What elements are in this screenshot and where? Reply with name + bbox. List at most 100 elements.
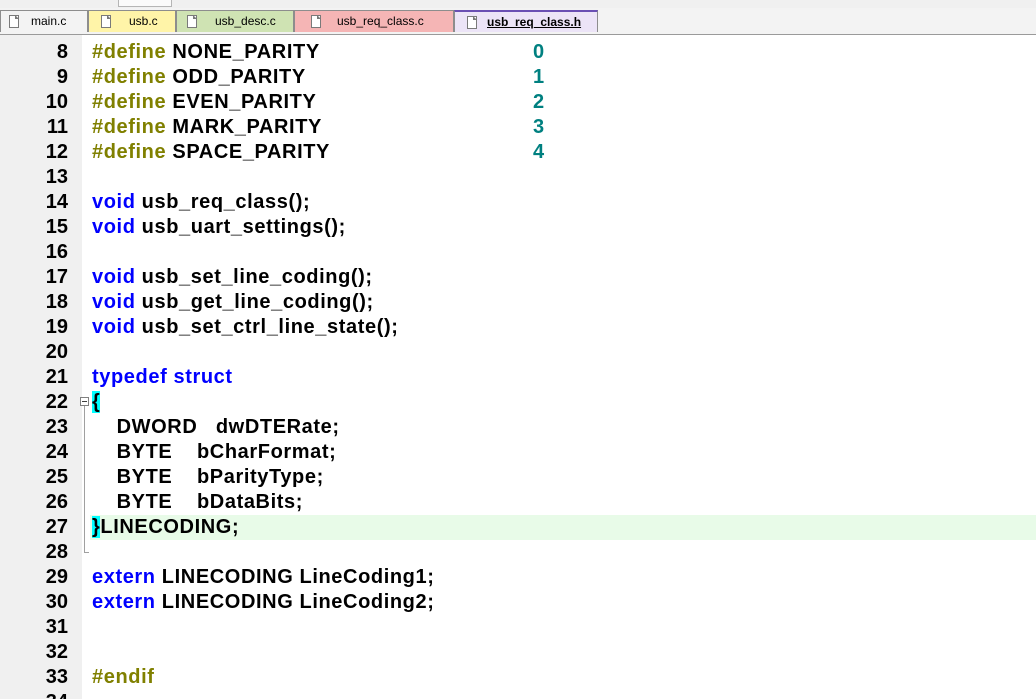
line-number: 29 — [45, 566, 68, 588]
line-number: 22 — [45, 391, 68, 413]
file-icon — [467, 16, 477, 29]
code-line[interactable]: 31 — [0, 615, 1036, 640]
code-text: BYTE bDataBits; — [92, 490, 303, 515]
line-number: 27 — [45, 516, 68, 538]
tab-usb-c[interactable]: usb.c — [88, 10, 176, 32]
code-line[interactable]: 29 extern LINECODING LineCoding1; — [0, 565, 1036, 590]
code-text: extern LINECODING LineCoding2; — [92, 590, 434, 615]
line-number: 33 — [45, 666, 68, 688]
code-text: void usb_get_line_coding(); — [92, 290, 374, 315]
code-text: { — [92, 390, 101, 415]
tab-label: usb_desc.c — [215, 14, 276, 28]
macro-value: 3 — [533, 116, 545, 138]
code-line[interactable]: 19 void usb_set_ctrl_line_state(); — [0, 315, 1036, 340]
declaration: LINECODING LineCoding1; — [155, 566, 435, 588]
keyword: extern — [92, 591, 156, 613]
line-number: 32 — [45, 641, 68, 663]
struct-field: BYTE bDataBits; — [92, 491, 304, 513]
code-text: #define ODD_PARITY 1 — [92, 65, 544, 90]
code-line[interactable]: 21 typedef struct — [0, 365, 1036, 390]
line-number: 13 — [45, 166, 68, 188]
line-number: 19 — [45, 316, 68, 338]
code-line[interactable]: 22 { — [0, 390, 1036, 415]
file-tab-bar: main.c usb.c usb_desc.c usb_req_class.c … — [0, 8, 1036, 35]
tab-usb-desc-c[interactable]: usb_desc.c — [176, 10, 294, 32]
code-line[interactable]: 33 #endif — [0, 665, 1036, 690]
preprocessor-directive: #endif — [92, 666, 155, 688]
code-line[interactable]: 15 void usb_uart_settings(); — [0, 215, 1036, 240]
macro-value: 2 — [533, 91, 545, 113]
code-editor[interactable]: 8 #define NONE_PARITY 0 9 #define ODD_PARITY… — [0, 40, 1036, 690]
code-line[interactable]: 24 BYTE bCharFormat; — [0, 440, 1036, 465]
keyword: void — [92, 291, 136, 313]
macro-name: EVEN_PARITY — [166, 91, 317, 113]
code-line[interactable]: 28 — [0, 540, 1036, 565]
code-line[interactable]: 13 — [0, 165, 1036, 190]
file-icon — [187, 15, 197, 28]
keyword: void — [92, 216, 136, 238]
code-line[interactable]: 12 #define SPACE_PARITY 4 — [0, 140, 1036, 165]
line-number: 24 — [45, 441, 68, 463]
toolbar-fragment — [118, 0, 172, 7]
tab-usb-req-class-h[interactable]: usb_req_class.h — [454, 10, 598, 32]
declaration: usb_set_line_coding(); — [135, 266, 373, 288]
line-number: 20 — [45, 341, 68, 363]
code-line[interactable]: 32 — [0, 640, 1036, 665]
line-number: 30 — [45, 591, 68, 613]
tab-usb-req-class-c[interactable]: usb_req_class.c — [294, 10, 454, 32]
code-line[interactable]: 11 #define MARK_PARITY 3 — [0, 115, 1036, 140]
line-number: 17 — [45, 266, 68, 288]
code-line[interactable]: 26 BYTE bDataBits; — [0, 490, 1036, 515]
code-text: #define EVEN_PARITY 2 — [92, 90, 544, 115]
macro-name: NONE_PARITY — [166, 41, 320, 63]
brace-match: { — [92, 391, 101, 413]
declaration: LINECODING LineCoding2; — [155, 591, 435, 613]
code-line[interactable]: 23 DWORD dwDTERate; — [0, 415, 1036, 440]
code-text: extern LINECODING LineCoding1; — [92, 565, 434, 590]
editor-window: main.c usb.c usb_desc.c usb_req_class.c … — [0, 0, 1036, 699]
line-number: 11 — [46, 116, 68, 138]
line-number: 10 — [45, 91, 68, 113]
line-number: 34 — [0, 690, 68, 699]
keyword: extern — [92, 566, 156, 588]
code-line[interactable]: 27}LINECODING; — [0, 515, 1036, 540]
line-number: 23 — [45, 416, 68, 438]
code-line[interactable]: 17 void usb_set_line_coding(); — [0, 265, 1036, 290]
file-icon — [101, 15, 111, 28]
code-line[interactable]: 10 #define EVEN_PARITY 2 — [0, 90, 1036, 115]
struct-field: DWORD dwDTERate; — [92, 416, 340, 438]
code-line[interactable]: 18 void usb_get_line_coding(); — [0, 290, 1036, 315]
code-line[interactable]: 30 extern LINECODING LineCoding2; — [0, 590, 1036, 615]
preprocessor-directive: #define — [92, 91, 167, 113]
code-line[interactable]: 20 — [0, 340, 1036, 365]
line-number: 28 — [45, 541, 68, 563]
line-number: 31 — [45, 616, 68, 638]
type-name: LINECODING; — [100, 516, 240, 538]
macro-value: 0 — [533, 41, 545, 63]
code-line[interactable]: 9 #define ODD_PARITY 1 — [0, 65, 1036, 90]
preprocessor-directive: #define — [92, 66, 167, 88]
keyword: void — [92, 316, 136, 338]
code-text: void usb_req_class(); — [92, 190, 310, 215]
code-text: #endif — [92, 665, 155, 690]
macro-name: ODD_PARITY — [166, 66, 306, 88]
code-line[interactable]: 8 #define NONE_PARITY 0 — [0, 40, 1036, 65]
macro-value: 4 — [533, 141, 545, 163]
file-icon — [9, 15, 19, 28]
tab-main-c[interactable]: main.c — [0, 10, 88, 32]
tab-label: usb_req_class.c — [337, 14, 424, 28]
keyword: void — [92, 191, 136, 213]
declaration: usb_get_line_coding(); — [135, 291, 374, 313]
macro-name: SPACE_PARITY — [166, 141, 330, 163]
code-text: DWORD dwDTERate; — [92, 415, 340, 440]
code-line[interactable]: 16 — [0, 240, 1036, 265]
tab-label: usb.c — [129, 14, 158, 28]
tab-label: usb_req_class.h — [487, 15, 582, 29]
code-line[interactable]: 25 BYTE bParityType; — [0, 465, 1036, 490]
code-text: #define NONE_PARITY 0 — [92, 40, 544, 65]
code-line[interactable]: 14 void usb_req_class(); — [0, 190, 1036, 215]
macro-value: 1 — [533, 66, 545, 88]
line-number: 18 — [45, 291, 68, 313]
line-number: 21 — [45, 366, 68, 388]
preprocessor-directive: #define — [92, 41, 167, 63]
